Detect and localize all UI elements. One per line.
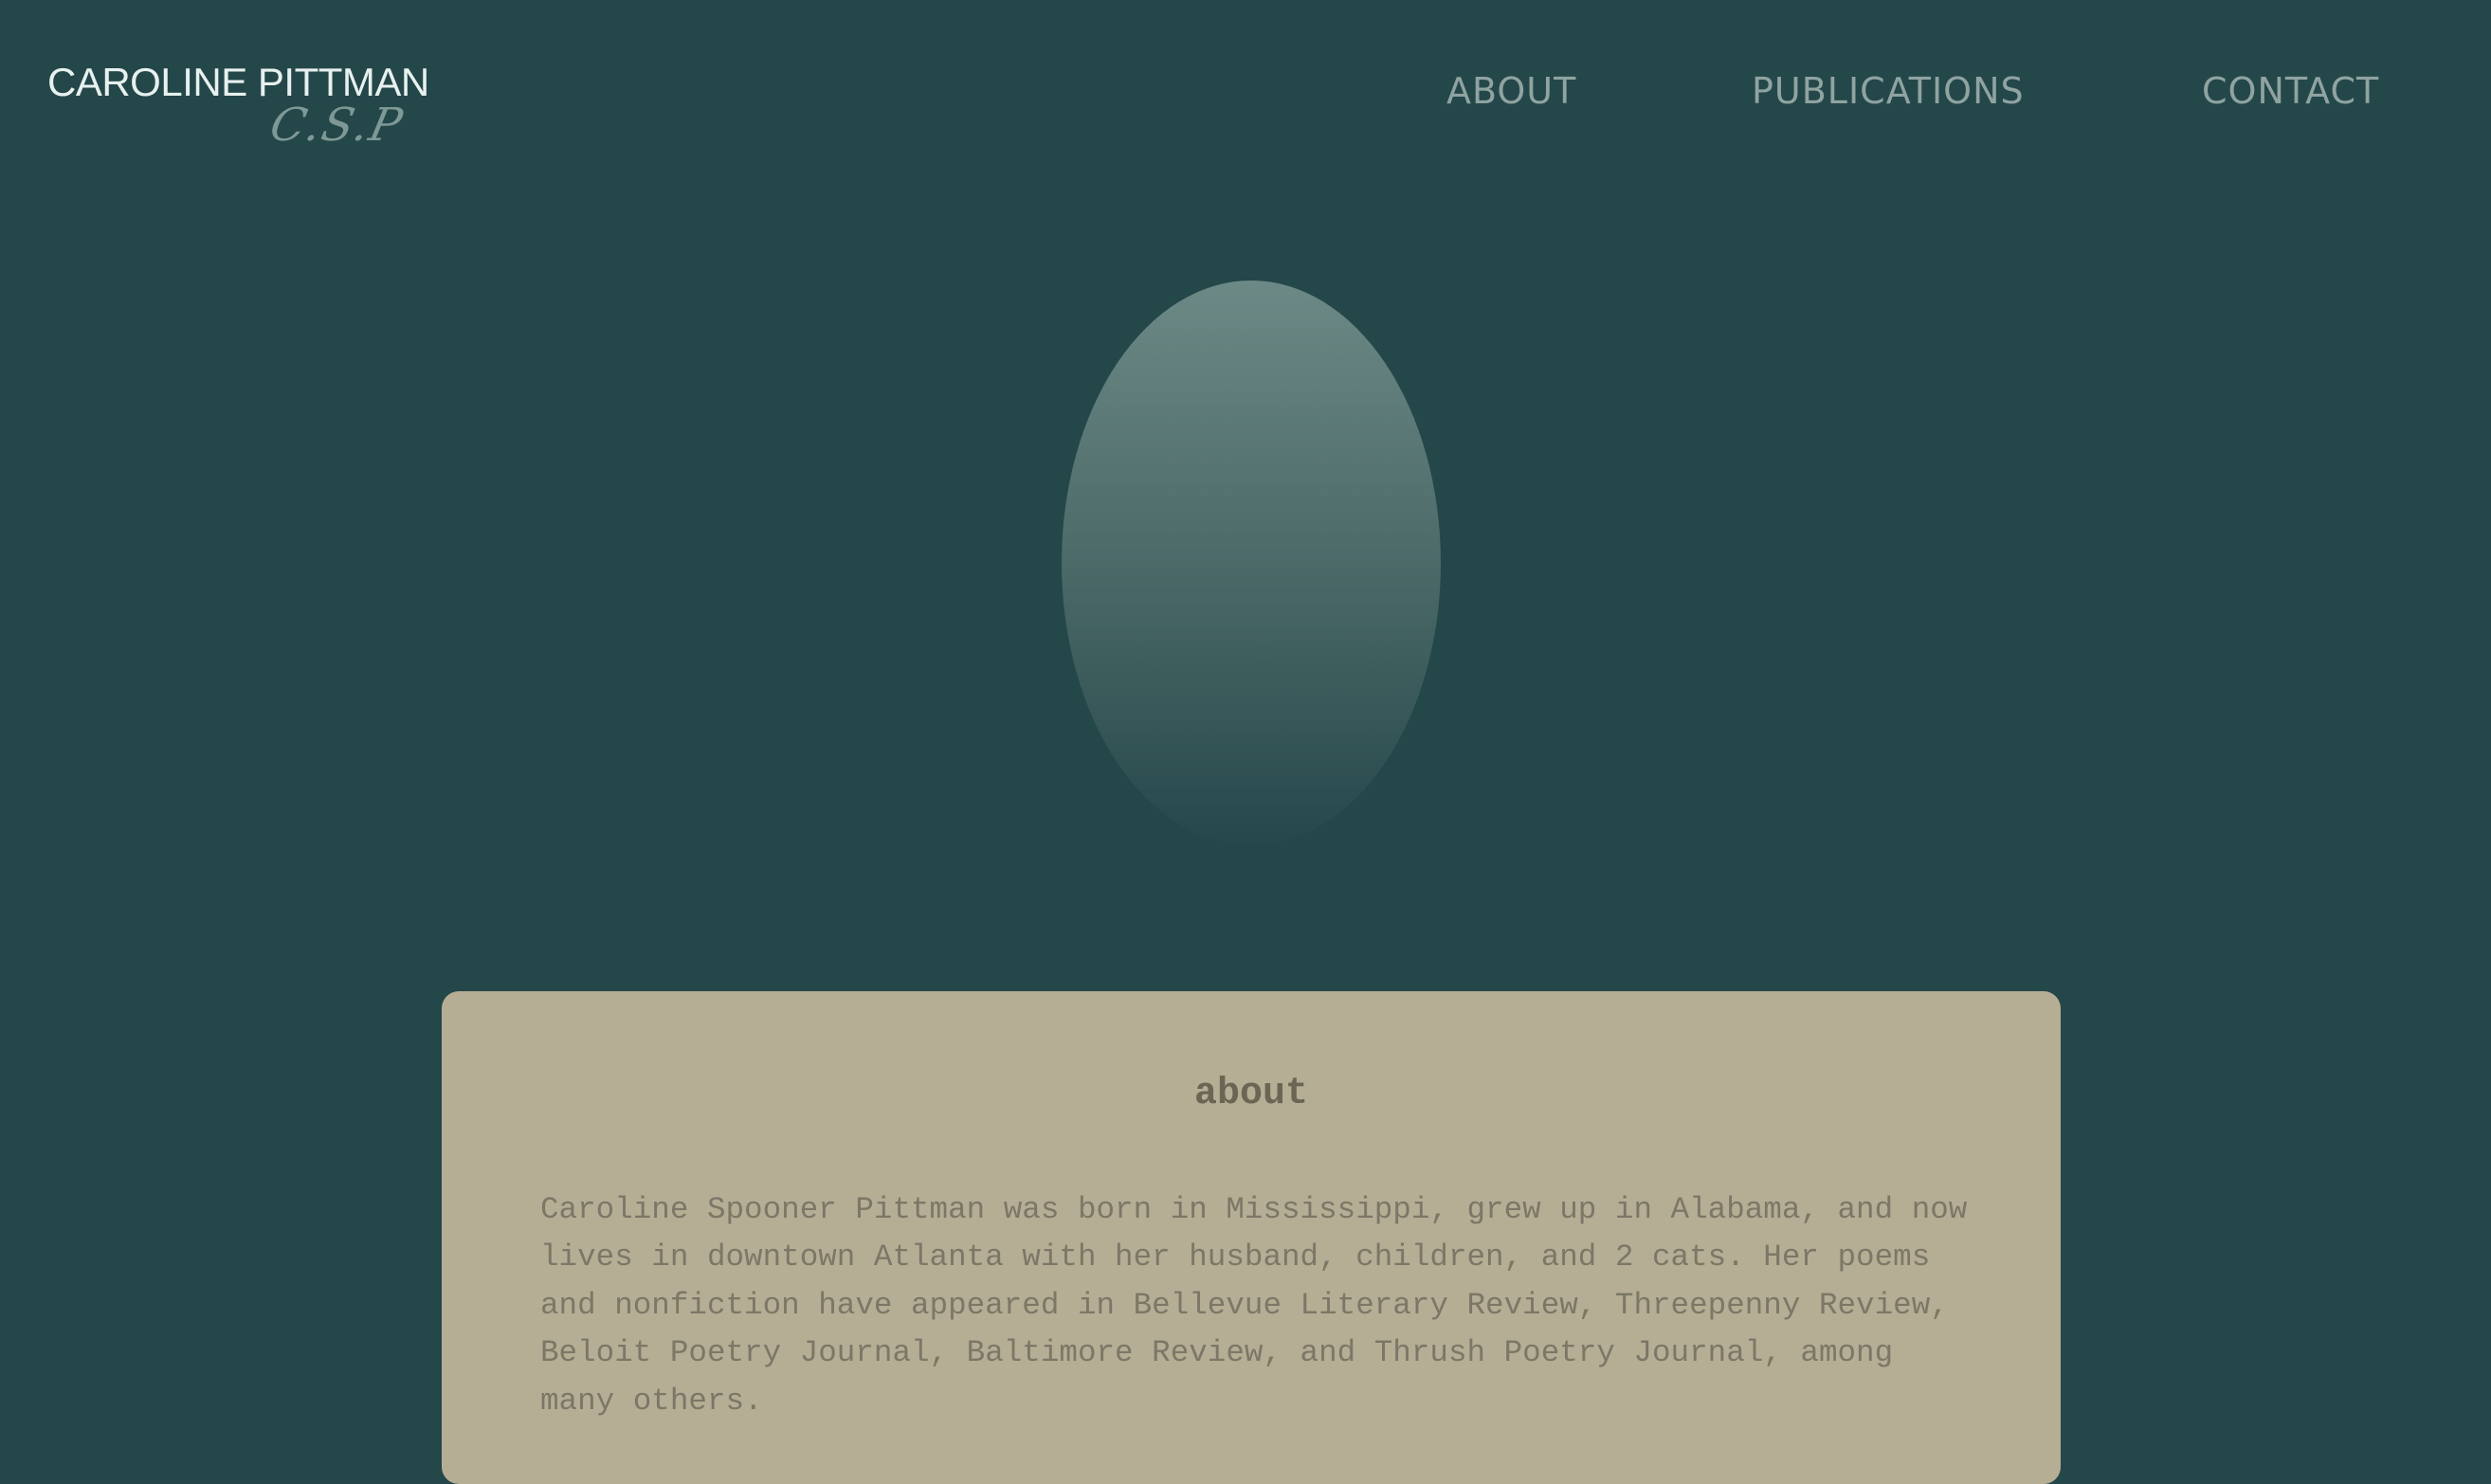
about-text: Caroline Spooner Pittman was born in Mis… [540, 1192, 1968, 1419]
site-header: CAROLINE PITTMAN C.S.P ABOUT PUBLICATION… [0, 0, 2491, 171]
nav-about[interactable]: ABOUT [1446, 64, 1576, 118]
main-nav: ABOUT PUBLICATIONS CONTACT [0, 64, 2491, 118]
about-section: about Caroline Spooner Pittman was born … [442, 991, 2061, 1484]
nav-contact[interactable]: CONTACT [2202, 64, 2379, 118]
nav-publications[interactable]: PUBLICATIONS [1752, 64, 2025, 118]
portrait-image [1062, 281, 1441, 845]
about-heading: about [1193, 1073, 1309, 1115]
